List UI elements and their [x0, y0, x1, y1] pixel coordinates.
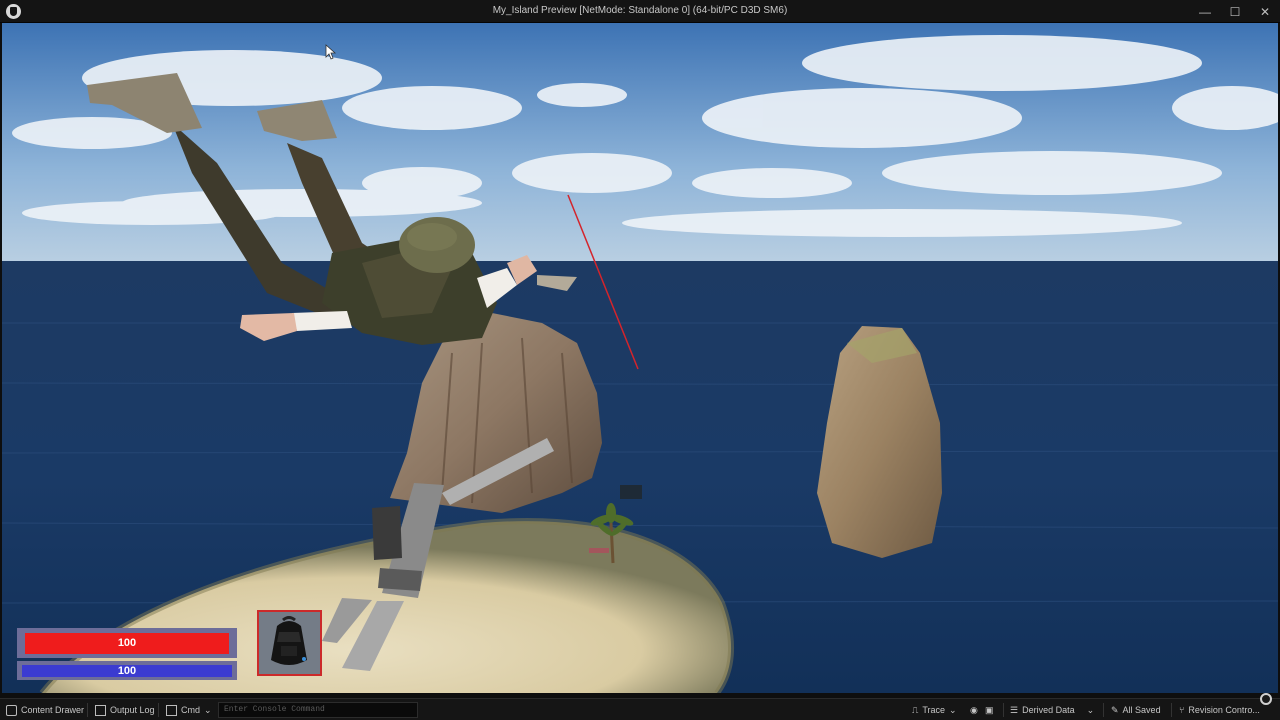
- editor-status-bar: Content Drawer Output Log Cmd ⌄ Enter Co…: [0, 698, 1280, 720]
- health-bar: 100: [17, 628, 237, 658]
- terminal-icon: [166, 704, 177, 716]
- chevron-down-icon: ⌄: [1086, 704, 1095, 715]
- chevron-down-icon: ⌄: [204, 704, 212, 715]
- close-button[interactable]: ✕: [1250, 0, 1280, 23]
- window-title: My_Island Preview [NetMode: Standalone 0…: [492, 5, 788, 16]
- derived-data-icon: ☰: [1010, 704, 1019, 715]
- screenshot-button[interactable]: ▣: [985, 699, 994, 720]
- content-drawer-icon: [6, 704, 17, 716]
- save-icon: ✎: [1111, 704, 1119, 715]
- minimize-button[interactable]: —: [1190, 0, 1220, 23]
- game-viewport[interactable]: [2, 23, 1278, 693]
- trace-icon: ⎍: [912, 704, 919, 715]
- trace-label: Trace: [922, 705, 945, 715]
- shield-value: 100: [117, 664, 137, 677]
- output-log-label: Output Log: [110, 705, 155, 715]
- derived-data-label: Derived Data: [1022, 705, 1075, 715]
- maximize-button[interactable]: ☐: [1220, 0, 1250, 23]
- island-scene: [2, 23, 1278, 693]
- cmd-dropdown[interactable]: Cmd ⌄: [166, 699, 212, 720]
- title-bar: My_Island Preview [NetMode: Standalone 0…: [0, 0, 1280, 23]
- revision-control-icon: ⑂: [1179, 705, 1185, 715]
- health-value: 100: [117, 637, 137, 649]
- output-log-icon: [95, 704, 106, 716]
- console-command-input[interactable]: Enter Console Command: [218, 702, 418, 718]
- mouse-cursor-icon: [325, 44, 337, 60]
- hud-stats: 100 100: [17, 628, 237, 683]
- camera-icon: ▣: [985, 704, 994, 715]
- revision-control-button[interactable]: ⑂ Revision Contro...: [1179, 699, 1260, 720]
- output-log-button[interactable]: Output Log: [95, 699, 155, 720]
- save-status-button[interactable]: ✎ All Saved: [1111, 699, 1161, 720]
- cmd-label: Cmd: [181, 705, 201, 715]
- window-controls: — ☐ ✕: [1190, 0, 1280, 23]
- trace-dropdown[interactable]: ⎍ Trace ⌄: [912, 699, 957, 720]
- content-drawer-label: Content Drawer: [21, 705, 85, 715]
- derived-data-dropdown[interactable]: ☰ Derived Data ⌄: [1010, 699, 1094, 720]
- record-button[interactable]: ◉: [970, 699, 978, 720]
- inventory-slot[interactable]: [257, 610, 322, 676]
- revision-control-label: Revision Contro...: [1188, 705, 1260, 715]
- content-drawer-button[interactable]: Content Drawer: [6, 699, 84, 720]
- backpack-icon: [259, 612, 320, 674]
- notification-icon[interactable]: [1260, 693, 1272, 705]
- chevron-down-icon: ⌄: [948, 704, 957, 715]
- all-saved-label: All Saved: [1122, 705, 1161, 715]
- record-icon: ◉: [970, 704, 978, 715]
- shield-bar: 100: [17, 661, 237, 680]
